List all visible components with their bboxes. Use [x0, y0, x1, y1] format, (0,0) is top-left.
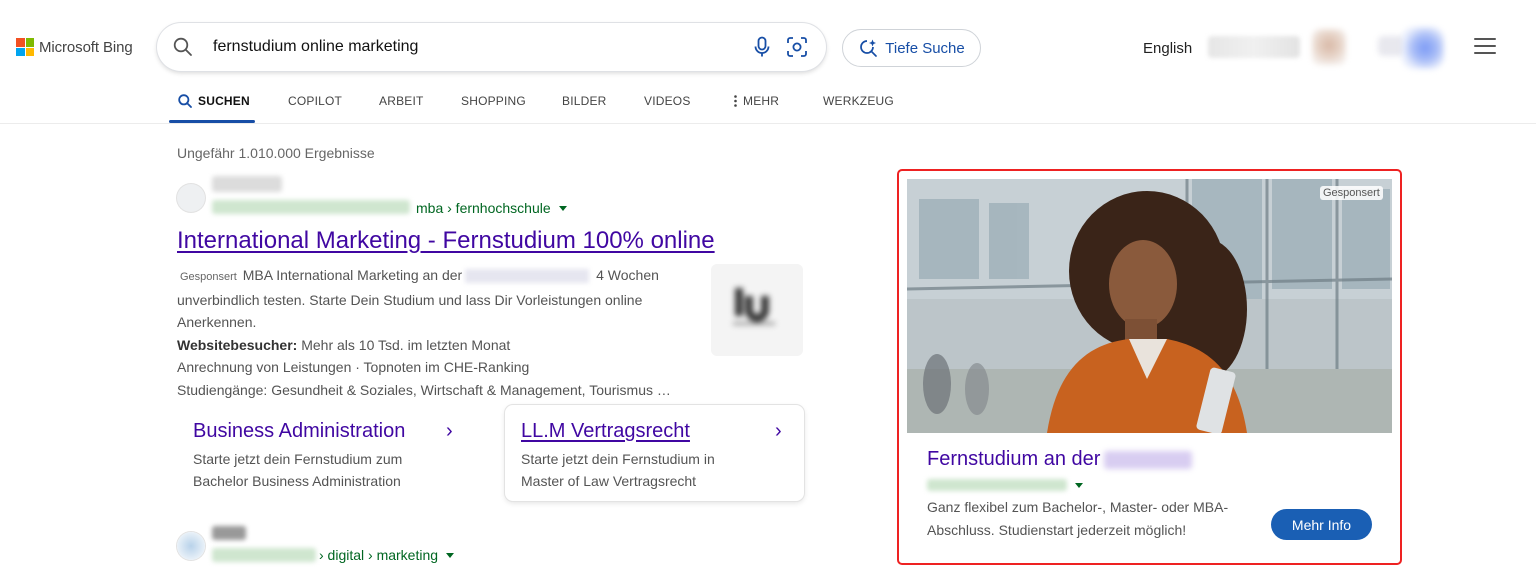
- ad-description: Ganz flexibel zum Bachelor-, Master- ode…: [927, 499, 1229, 538]
- logo-text: Microsoft Bing: [39, 38, 133, 56]
- tab-werkzeug[interactable]: WERKZEUG: [823, 94, 894, 108]
- result-thumbnail[interactable]: [711, 264, 803, 356]
- account-name-redacted[interactable]: [1208, 36, 1300, 58]
- tab-label: VIDEOS: [644, 94, 691, 108]
- school-name-redacted: [1104, 450, 1193, 469]
- tab-label: SHOPPING: [461, 94, 526, 108]
- url-redacted: [212, 548, 316, 562]
- microphone-icon[interactable]: [752, 36, 772, 58]
- result-description: Gesponsert MBA International Marketing a…: [177, 264, 702, 402]
- active-tab-indicator: [169, 120, 255, 123]
- results-count: Ungefähr 1.010.000 Ergebnisse: [177, 145, 375, 161]
- visual-search-icon[interactable]: [786, 36, 808, 58]
- breadcrumb-text: mba › fernhochschule: [416, 200, 551, 216]
- tab-label: ARBEIT: [379, 94, 424, 108]
- site-name-redacted: [212, 176, 282, 192]
- deep-search-label: Tiefe Suche: [885, 39, 965, 57]
- sitelink-description: Starte jetzt dein Fernstudium zum Bachel…: [193, 450, 403, 490]
- visitors-label: Websitebesucher:: [177, 336, 298, 353]
- site-name-redacted: [212, 526, 246, 540]
- sitelink-title[interactable]: LL.M Vertragsrecht: [521, 420, 751, 443]
- tab-copilot[interactable]: COPILOT: [288, 94, 342, 108]
- tab-suchen[interactable]: SUCHEN: [178, 94, 250, 108]
- url-redacted: [927, 479, 1067, 491]
- site-favicon: [177, 184, 205, 212]
- sitelink-description: Starte jetzt dein Fernstudium in Master …: [521, 450, 715, 490]
- school-name-redacted: [465, 269, 590, 284]
- tab-label: COPILOT: [288, 94, 343, 108]
- tab-label: WERKZEUG: [823, 94, 894, 108]
- tab-label: SUCHEN: [198, 94, 250, 108]
- search-input[interactable]: fernstudium online marketing: [213, 38, 752, 56]
- chevron-down-icon[interactable]: [446, 552, 455, 558]
- feature-line: Anrechnung von Leistungen · Topnoten im …: [177, 359, 530, 376]
- breadcrumb-text: › digital › marketing: [319, 547, 439, 563]
- sitelink-business-administration[interactable]: Business Administration Starte jetzt dei…: [193, 420, 433, 493]
- result-title-link[interactable]: International Marketing - Fernstudium 10…: [177, 227, 715, 255]
- description-text-a: MBA International Marketing an der: [242, 267, 463, 283]
- language-switch[interactable]: English: [1143, 40, 1192, 57]
- programs-line: Studiengänge: Gesundheit & Soziales, Wir…: [177, 381, 671, 398]
- bing-logo[interactable]: Microsoft Bing: [16, 38, 133, 56]
- visitors-text: Mehr als 10 Tsd. im letzten Monat: [301, 336, 511, 353]
- sitelink-llm-vertragsrecht[interactable]: LL.M Vertragsrecht Starte jetzt dein Fer…: [521, 420, 751, 493]
- chevron-right-icon[interactable]: ›: [446, 420, 453, 443]
- menu-icon[interactable]: [1474, 38, 1496, 56]
- result-breadcrumb[interactable]: › digital › marketing: [319, 547, 455, 563]
- sitelink-title[interactable]: Business Administration: [193, 420, 433, 443]
- site-favicon: [177, 532, 205, 560]
- ad-sponsored-label: Gesponsert: [1320, 186, 1383, 200]
- chevron-right-icon[interactable]: ›: [775, 420, 782, 443]
- tab-arbeit[interactable]: ARBEIT: [379, 94, 424, 108]
- tab-mehr[interactable]: MEHR: [734, 94, 779, 108]
- search-tabs: SUCHEN COPILOT ARBEIT SHOPPING BILDER VI…: [0, 85, 1536, 124]
- chevron-down-icon[interactable]: [1075, 482, 1083, 488]
- rewards-icon[interactable]: [1402, 27, 1444, 69]
- ad-title-link[interactable]: Fernstudium an der: [927, 448, 1193, 471]
- deep-search-icon: [860, 39, 878, 57]
- ad-title-text: Fernstudium an der: [927, 448, 1101, 470]
- tab-bilder[interactable]: BILDER: [562, 94, 607, 108]
- sponsored-label: Gesponsert: [180, 271, 237, 283]
- tab-label: BILDER: [562, 94, 607, 108]
- more-dots-icon: [734, 95, 737, 107]
- tab-label: MEHR: [743, 94, 780, 108]
- tab-videos[interactable]: VIDEOS: [644, 94, 691, 108]
- search-icon: [173, 37, 192, 56]
- result-breadcrumb[interactable]: mba › fernhochschule: [416, 200, 567, 216]
- avatar[interactable]: [1312, 29, 1346, 65]
- mehr-info-button[interactable]: Mehr Info: [1271, 509, 1372, 540]
- deep-search-button[interactable]: Tiefe Suche: [842, 29, 981, 67]
- chevron-down-icon[interactable]: [558, 205, 567, 211]
- search-icon: [178, 94, 192, 108]
- ad-url[interactable]: [927, 479, 1083, 491]
- microsoft-logo-icon: [16, 38, 34, 56]
- tab-shopping[interactable]: SHOPPING: [461, 94, 526, 108]
- url-redacted: [212, 200, 410, 214]
- student-photo: [907, 179, 1392, 433]
- school-logo-icon: [733, 288, 775, 325]
- search-box[interactable]: fernstudium online marketing: [157, 23, 826, 71]
- ad-image[interactable]: [907, 179, 1392, 433]
